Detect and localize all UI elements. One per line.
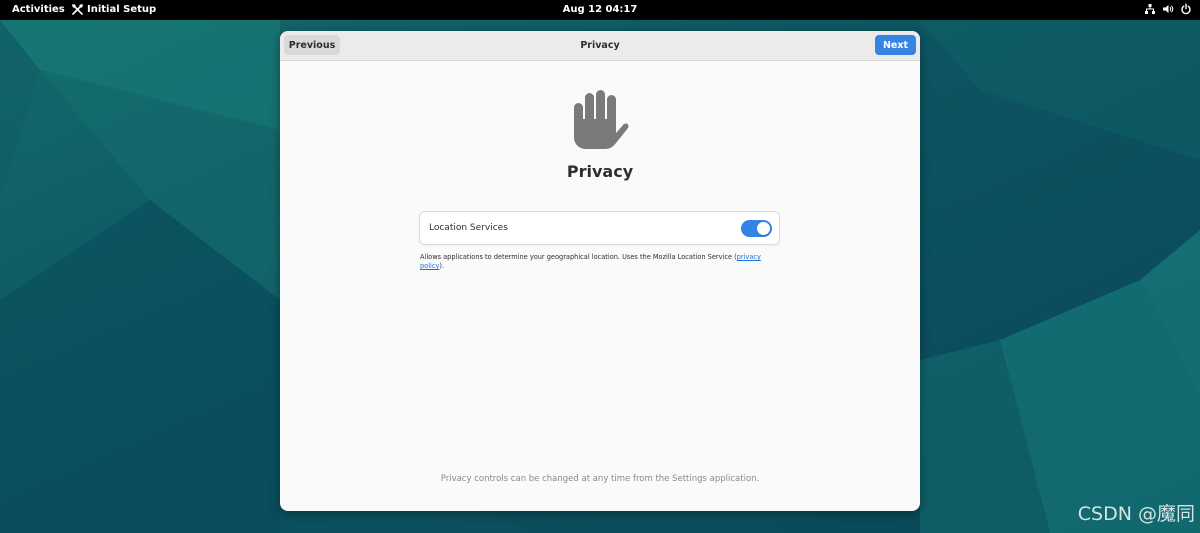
location-description: Allows applications to determine your ge…: [420, 253, 780, 271]
previous-button[interactable]: Previous: [284, 35, 340, 55]
location-services-label: Location Services: [429, 223, 508, 233]
clock[interactable]: Aug 12 04:17: [563, 4, 638, 15]
app-menu[interactable]: Initial Setup: [72, 4, 156, 15]
volume-icon: [1163, 5, 1174, 13]
top-bar: Activities Initial Setup Aug 12 04:17: [0, 0, 1200, 20]
location-services-row: Location Services: [419, 211, 780, 245]
network-icon: [1145, 4, 1155, 14]
description-suffix: ).: [439, 262, 445, 270]
footer-note: Privacy controls can be changed at any t…: [440, 474, 760, 484]
watermark: CSDN @魔同: [1077, 503, 1195, 525]
header-bar: Previous Privacy Next: [280, 31, 920, 61]
next-button[interactable]: Next: [875, 35, 916, 55]
clock-area: Aug 12 04:17: [0, 4, 1200, 15]
window-title: Privacy: [580, 40, 620, 51]
initial-setup-window: Previous Privacy Next Privacy Location S…: [280, 31, 920, 511]
location-services-switch[interactable]: [741, 220, 772, 237]
tools-icon: [72, 4, 83, 15]
power-icon: [1181, 3, 1191, 15]
switch-knob: [757, 222, 770, 235]
system-tray[interactable]: [1144, 3, 1192, 15]
activities-button[interactable]: Activities: [12, 4, 65, 15]
description-text: Allows applications to determine your ge…: [420, 253, 737, 261]
app-menu-label: Initial Setup: [87, 4, 157, 15]
page-heading: Privacy: [566, 162, 634, 181]
hand-icon: [574, 90, 629, 149]
